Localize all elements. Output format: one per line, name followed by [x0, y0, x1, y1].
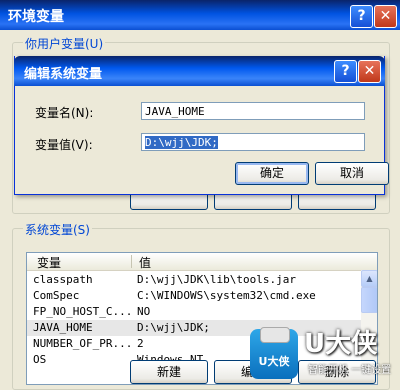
row-variable-name: JAVA_HOME — [33, 321, 93, 334]
scroll-up-arrow-icon[interactable]: ▲ — [361, 270, 377, 287]
column-separator[interactable] — [131, 255, 132, 268]
variable-value-label: 变量值(V): — [35, 138, 93, 152]
table-row[interactable]: ComSpec C:\WINDOWS\system32\cmd.exe — [27, 288, 361, 304]
row-variable-value: C:\WINDOWS\system32\cmd.exe — [137, 289, 316, 302]
system-new-button[interactable]: 新建 — [130, 360, 208, 384]
row-variable-value: D:\wjj\JDK; — [137, 321, 210, 334]
cancel-button[interactable]: 取消 — [315, 162, 389, 185]
variable-name-label: 变量名(N): — [35, 106, 94, 120]
table-row[interactable]: classpath D:\wjj\JDK\lib\tools.jar — [27, 272, 361, 288]
user-variables-label: 你用户变量(U) — [23, 35, 106, 52]
edit-system-variable-dialog: 编辑系统变量 ? ✕ 变量名(N): JAVA_HOME 变量值(V): D:\… — [14, 56, 389, 195]
scroll-thumb[interactable] — [361, 287, 377, 313]
dialog-close-button[interactable]: ✕ — [358, 60, 381, 83]
ok-button[interactable]: 确定 — [235, 162, 309, 185]
badge-text: U大侠 — [258, 355, 290, 368]
usb-connector-icon — [260, 327, 290, 343]
back-window-title: 环境变量 — [8, 9, 64, 25]
variable-value-selected-text: D:\wjj\JDK; — [145, 136, 218, 149]
logo-main-text: U大侠 — [304, 329, 378, 359]
dialog-titlebar[interactable]: 编辑系统变量 ? ✕ — [14, 56, 385, 86]
row-variable-name: FP_NO_HOST_C... — [33, 305, 133, 318]
row-variable-name: classpath — [33, 273, 93, 286]
logo-sub-text: 智能开机 一键设置 — [308, 365, 392, 376]
row-variable-value: NO — [137, 305, 151, 318]
u-daxia-watermark-logo: U大侠 U大侠 智能开机 一键设置 — [248, 325, 400, 383]
back-titlebar[interactable]: 环境变量 ? ✕ — [0, 0, 400, 30]
row-variable-name: NUMBER_OF_PR... — [33, 337, 133, 350]
list-header: 变量 值 — [27, 253, 377, 271]
variable-value-input[interactable]: D:\wjj\JDK; — [141, 133, 365, 151]
usb-badge-icon: U大侠 — [250, 327, 298, 379]
row-variable-name: ComSpec — [33, 289, 80, 302]
row-variable-value: 2 — [137, 337, 144, 350]
back-help-button[interactable]: ? — [350, 5, 373, 28]
column-header-variable[interactable]: 变量 — [37, 254, 61, 271]
row-variable-name: OS — [33, 353, 47, 366]
variable-name-input[interactable]: JAVA_HOME — [141, 102, 365, 120]
dialog-help-button[interactable]: ? — [334, 60, 357, 83]
table-row[interactable]: FP_NO_HOST_C... NO — [27, 304, 361, 320]
column-header-value[interactable]: 值 — [139, 254, 151, 271]
row-variable-value: D:\wjj\JDK\lib\tools.jar — [137, 273, 296, 286]
dialog-title: 编辑系统变量 — [24, 67, 103, 82]
back-close-button[interactable]: ✕ — [374, 5, 397, 28]
system-variables-label: 系统变量(S) — [23, 221, 92, 238]
